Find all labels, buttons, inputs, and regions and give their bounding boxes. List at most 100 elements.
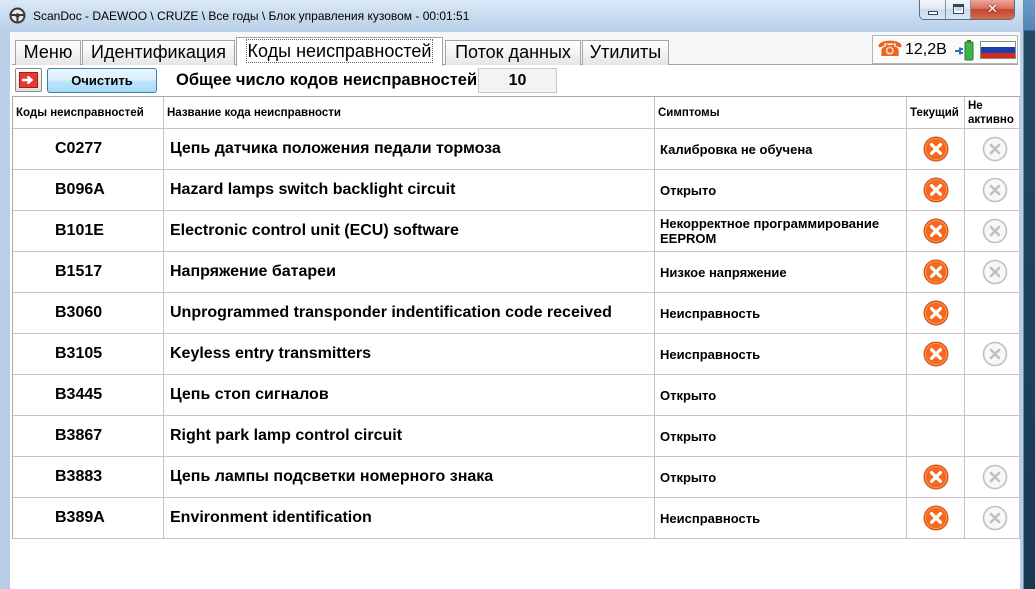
dtc-name: Electronic control unit (ECU) software: [164, 211, 655, 251]
total-codes-label: Общее число кодов неисправностей: [176, 71, 478, 89]
red-arrow-icon: [19, 72, 38, 88]
inactive-status-cell: [965, 498, 1020, 538]
minimize-button[interactable]: [920, 0, 946, 19]
inactive-fault-icon: [982, 464, 1008, 490]
column-header-current: Текущий: [907, 97, 965, 128]
inactive-status-cell: [965, 416, 1020, 456]
current-fault-icon: [923, 136, 949, 162]
fault-codes-table: Коды неисправностей Название кода неиспр…: [12, 96, 1020, 539]
dtc-name: Цепь лампы подсветки номерного знака: [164, 457, 655, 497]
dtc-symptom: Некорректное программирование EEPROM: [655, 211, 907, 251]
dtc-code: B3883: [13, 457, 164, 497]
dtc-row[interactable]: C0277 Цепь датчика положения педали тормо…: [13, 129, 1020, 170]
table-body: C0277 Цепь датчика положения педали тормо…: [13, 129, 1020, 539]
dtc-row[interactable]: B3105 Keyless entry transmitters Неисправн…: [13, 334, 1020, 375]
inactive-fault-icon: [982, 218, 1008, 244]
dtc-row[interactable]: B389A Environment identification Неисправн…: [13, 498, 1020, 539]
phone-icon: ☎: [877, 37, 904, 61]
current-fault-icon: [923, 300, 949, 326]
current-fault-icon: [923, 259, 949, 285]
dtc-code: B1517: [13, 252, 164, 292]
dtc-code: B389A: [13, 498, 164, 538]
minimize-icon: [928, 11, 938, 15]
dtc-row[interactable]: B1517 Напряжение батареи Низкое напряжение: [13, 252, 1020, 293]
dtc-code: B3867: [13, 416, 164, 456]
tab-label: Поток данных: [455, 42, 571, 62]
desktop-background: [1024, 0, 1035, 589]
tab-label: Меню: [23, 42, 73, 62]
steering-wheel-icon[interactable]: [9, 7, 26, 24]
close-icon: ✕: [987, 2, 998, 17]
column-header-name: Название кода неисправности: [164, 97, 655, 128]
status-panel: ☎ 12,2В: [872, 35, 1018, 64]
table-header: Коды неисправностей Название кода неиспр…: [13, 97, 1020, 129]
export-button[interactable]: [15, 68, 42, 92]
dtc-row[interactable]: B3867 Right park lamp control circuit Откр…: [13, 416, 1020, 457]
dtc-name: Hazard lamps switch backlight circuit: [164, 170, 655, 210]
inactive-status-cell: [965, 375, 1020, 415]
current-status-cell: [907, 416, 965, 456]
dtc-row[interactable]: B096A Hazard lamps switch backlight circu…: [13, 170, 1020, 211]
current-status-cell: [907, 334, 965, 374]
dtc-row[interactable]: B3060 Unprogrammed transponder indentific…: [13, 293, 1020, 334]
dtc-name: Цепь датчика положения педали тормоза: [164, 129, 655, 169]
dtc-name: Keyless entry transmitters: [164, 334, 655, 374]
tab-data-stream[interactable]: Поток данных: [445, 40, 581, 65]
inactive-status-cell: [965, 129, 1020, 169]
inactive-fault-icon: [982, 136, 1008, 162]
dtc-code: B3105: [13, 334, 164, 374]
close-button[interactable]: ✕: [971, 0, 1014, 19]
current-status-cell: [907, 129, 965, 169]
current-fault-icon: [923, 464, 949, 490]
current-status-cell: [907, 293, 965, 333]
dtc-row[interactable]: B3445 Цепь стоп сигналов Открыто: [13, 375, 1020, 416]
dtc-symptom: Открыто: [655, 416, 907, 456]
dtc-name: Environment identification: [164, 498, 655, 538]
dtc-row[interactable]: B3883 Цепь лампы подсветки номерного знак…: [13, 457, 1020, 498]
tab-menu[interactable]: Меню: [15, 40, 81, 65]
tab-label: Утилиты: [589, 42, 662, 62]
inactive-fault-icon: [982, 341, 1008, 367]
dtc-symptom: Открыто: [655, 170, 907, 210]
current-fault-icon: [923, 505, 949, 531]
column-header-symptoms: Симптомы: [655, 97, 907, 128]
tab-fault-codes[interactable]: Коды неисправностей: [236, 37, 443, 66]
inactive-fault-icon: [982, 505, 1008, 531]
dtc-code: B3060: [13, 293, 164, 333]
current-fault-icon: [923, 177, 949, 203]
inactive-status-cell: [965, 170, 1020, 210]
dtc-name: Напряжение батареи: [164, 252, 655, 292]
dtc-name: Unprogrammed transponder indentification…: [164, 293, 655, 333]
tab-label: Идентификация: [91, 42, 226, 62]
dtc-symptom: Калибровка не обучена: [655, 129, 907, 169]
window-title: ScanDoc - DAEWOO \ CRUZE \ Все годы \ Бл…: [33, 9, 470, 23]
inactive-status-cell: [965, 334, 1020, 374]
current-fault-icon: [923, 341, 949, 367]
inactive-status-cell: [965, 252, 1020, 292]
dtc-code: B096A: [13, 170, 164, 210]
column-header-inactive: Не активно: [965, 97, 1020, 128]
tab-utilities[interactable]: Утилиты: [582, 40, 669, 65]
clear-button[interactable]: Очистить: [47, 68, 157, 93]
tab-identification[interactable]: Идентификация: [82, 40, 235, 65]
dtc-symptom: Неисправность: [655, 334, 907, 374]
current-status-cell: [907, 498, 965, 538]
russia-flag-icon[interactable]: [980, 41, 1016, 59]
dtc-code: B101E: [13, 211, 164, 251]
dtc-symptom: Неисправность: [655, 498, 907, 538]
column-header-code: Коды неисправностей: [13, 97, 164, 128]
current-status-cell: [907, 252, 965, 292]
window-controls: ✕: [919, 0, 1015, 20]
dtc-name: Right park lamp control circuit: [164, 416, 655, 456]
current-status-cell: [907, 457, 965, 497]
maximize-button[interactable]: [946, 0, 971, 19]
client-area: Меню Идентификация Коды неисправностей П…: [10, 32, 1020, 589]
inactive-status-cell: [965, 457, 1020, 497]
dtc-code: C0277: [13, 129, 164, 169]
inactive-fault-icon: [982, 177, 1008, 203]
total-codes-value: 10: [478, 68, 557, 93]
scandoc-window: ScanDoc - DAEWOO \ CRUZE \ Все годы \ Бл…: [0, 0, 1024, 589]
dtc-symptom: Открыто: [655, 457, 907, 497]
dtc-row[interactable]: B101E Electronic control unit (ECU) softw…: [13, 211, 1020, 252]
title-bar[interactable]: ScanDoc - DAEWOO \ CRUZE \ Все годы \ Бл…: [0, 0, 1023, 31]
